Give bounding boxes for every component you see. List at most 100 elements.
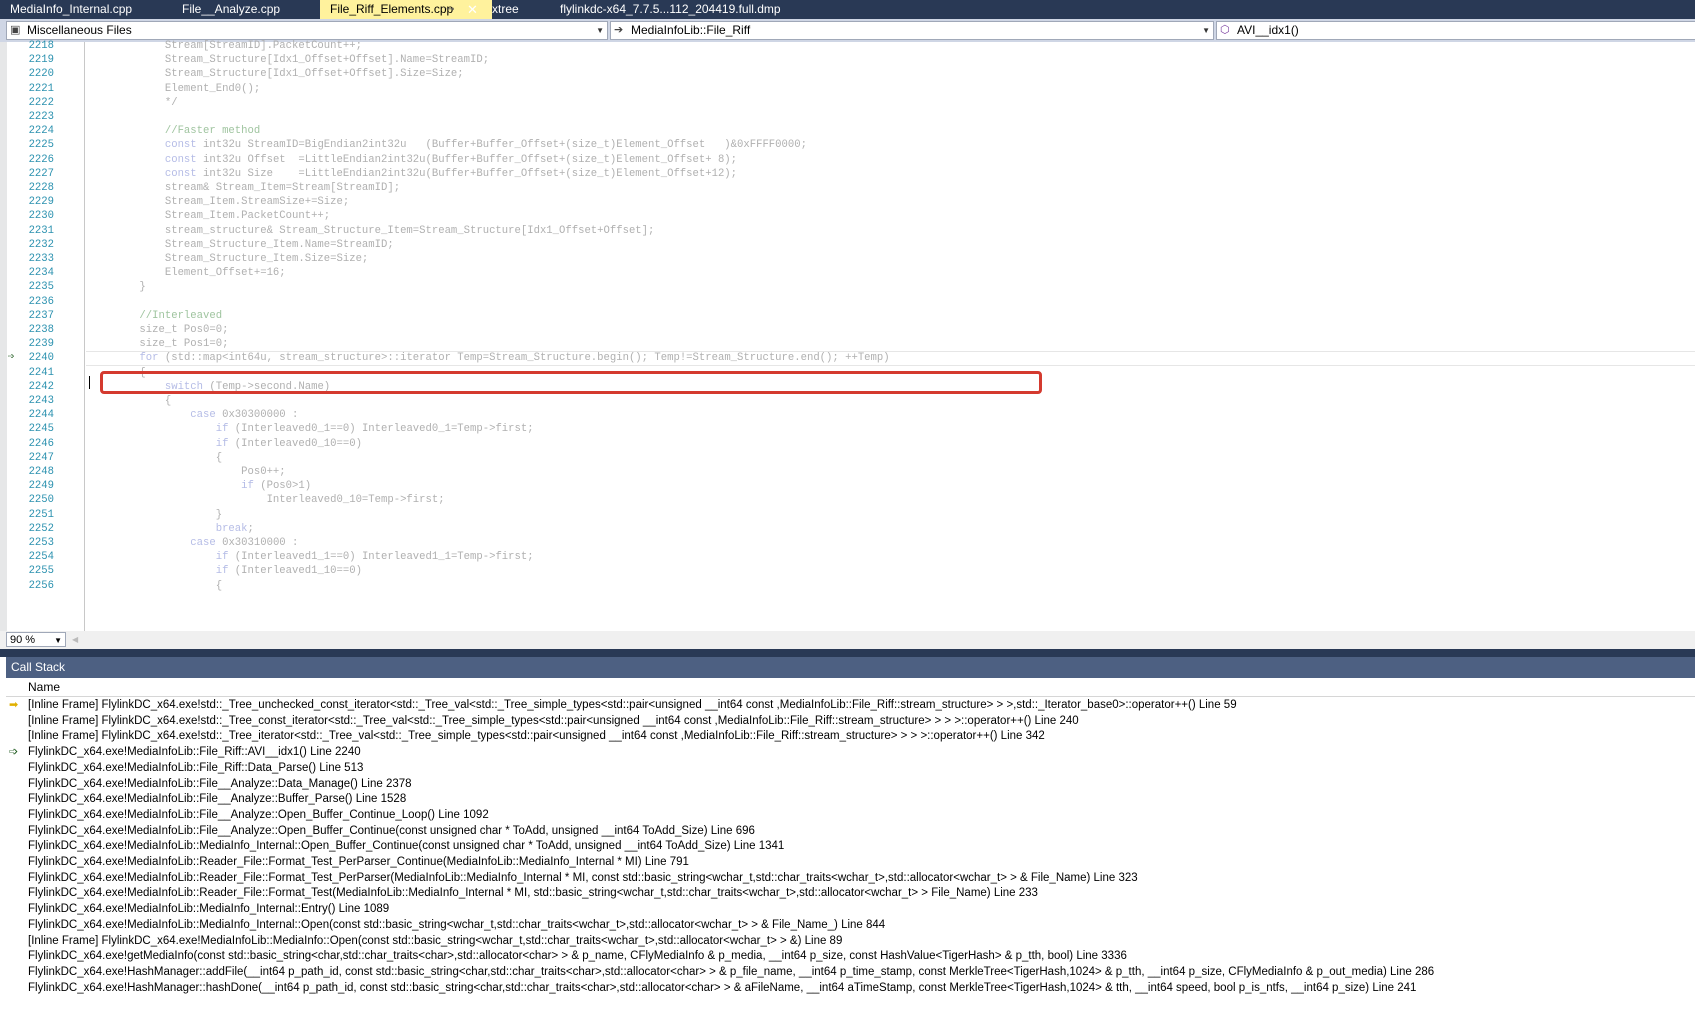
code-line[interactable]: 2248 Pos0++; — [0, 465, 1695, 480]
call-stack-row[interactable]: FlylinkDC_x64.exe!getMediaInfo(const std… — [6, 948, 1695, 965]
code-line[interactable]: 2252 break; — [0, 522, 1695, 537]
code-line[interactable]: 2222 */ — [0, 96, 1695, 111]
code-line[interactable]: 2250 Interleaved0_10=Temp->first; — [0, 493, 1695, 508]
code-line[interactable]: 2240 for (std::map<int64u, stream_struct… — [0, 351, 1695, 367]
code-text[interactable]: } — [114, 280, 145, 295]
call-stack-row[interactable]: FlylinkDC_x64.exe!MediaInfoLib::Reader_F… — [6, 885, 1695, 902]
code-text[interactable]: Stream_Item.StreamSize+=Size; — [114, 195, 349, 210]
call-stack-row[interactable]: ➡ [Inline Frame] FlylinkDC_x64.exe!std::_… — [6, 697, 1695, 714]
code-line[interactable]: 2255 if (Interleaved1_10==0) — [0, 564, 1695, 579]
project-dropdown[interactable]: ▣ Miscellaneous Files ▼ — [6, 21, 608, 40]
code-text[interactable]: Stream_Structure[Idx1_Offset+Offset].Nam… — [114, 53, 489, 68]
code-text[interactable]: Element_End0(); — [114, 82, 260, 97]
code-text[interactable]: Stream_Structure[Idx1_Offset+Offset].Siz… — [114, 67, 464, 82]
code-line[interactable]: 2230 Stream_Item.PacketCount++; — [0, 209, 1695, 224]
code-line[interactable]: 2228 stream& Stream_Item=Stream[StreamID… — [0, 181, 1695, 196]
panel-splitter[interactable] — [0, 649, 1695, 657]
code-text[interactable]: stream& Stream_Item=Stream[StreamID]; — [114, 181, 400, 196]
code-line[interactable]: 2218 Stream[StreamID].PacketCount++; — [0, 39, 1695, 54]
code-line[interactable]: 2232 Stream_Structure_Item.Name=StreamID… — [0, 238, 1695, 253]
code-text[interactable]: const int32u StreamID=BigEndian2int32u (… — [114, 138, 807, 153]
code-line[interactable]: 2235 } — [0, 280, 1695, 295]
code-line[interactable]: 2237 //Interleaved — [0, 309, 1695, 324]
code-line[interactable]: 2220 Stream_Structure[Idx1_Offset+Offset… — [0, 67, 1695, 82]
code-line[interactable]: 2225 const int32u StreamID=BigEndian2int… — [0, 138, 1695, 153]
call-stack-header[interactable]: Name — [6, 678, 1695, 697]
code-line[interactable]: 2229 Stream_Item.StreamSize+=Size; — [0, 195, 1695, 210]
code-line[interactable]: 2231 stream_structure& Stream_Structure_… — [0, 224, 1695, 239]
code-text[interactable]: if (Pos0>1) — [114, 479, 311, 494]
column-header-name[interactable]: Name — [28, 678, 60, 697]
code-text[interactable]: */ — [114, 96, 178, 111]
code-text[interactable]: case 0x30300000 : — [114, 408, 298, 423]
code-line[interactable]: 2254 if (Interleaved1_1==0) Interleaved1… — [0, 550, 1695, 565]
code-text[interactable]: { — [114, 394, 171, 409]
call-stack-row[interactable]: FlylinkDC_x64.exe!MediaInfoLib::File_Rif… — [6, 760, 1695, 777]
code-line[interactable]: 2247 { — [0, 451, 1695, 466]
scroll-left-icon[interactable]: ◀ — [72, 634, 78, 646]
code-text[interactable]: Stream[StreamID].PacketCount++; — [114, 39, 362, 54]
code-text[interactable]: size_t Pos0=0; — [114, 323, 228, 338]
code-text[interactable]: { — [114, 451, 222, 466]
horizontal-scrollbar[interactable]: ◀ — [70, 634, 1690, 646]
code-editor[interactable]: 2218 Stream[StreamID].PacketCount++; 2219… — [0, 39, 1695, 631]
code-line[interactable]: 2221 Element_End0(); — [0, 82, 1695, 97]
call-stack-row[interactable]: FlylinkDC_x64.exe!MediaInfoLib::MediaInf… — [6, 917, 1695, 934]
call-stack-row[interactable]: [Inline Frame] FlylinkDC_x64.exe!MediaIn… — [6, 933, 1695, 950]
tab-mediainfo-internal[interactable]: MediaInfo_Internal.cpp — [0, 0, 180, 19]
call-stack-row[interactable]: FlylinkDC_x64.exe!MediaInfoLib::File__An… — [6, 823, 1695, 840]
code-line[interactable]: 2234 Element_Offset+=16; — [0, 266, 1695, 281]
code-line[interactable]: 2239 size_t Pos1=0; — [0, 337, 1695, 352]
tab-flylinkdc-dump[interactable]: flylinkdc-x64_7.7.5...112_204419.full.dm… — [550, 0, 820, 19]
call-stack-row[interactable]: [Inline Frame] FlylinkDC_x64.exe!std::_T… — [6, 728, 1695, 745]
code-line[interactable]: 2236 — [0, 295, 1695, 310]
call-stack-row[interactable]: FlylinkDC_x64.exe!MediaInfoLib::File__An… — [6, 776, 1695, 793]
code-line[interactable]: 2226 const int32u Offset =LittleEndian2i… — [0, 153, 1695, 168]
code-text[interactable]: } — [114, 508, 222, 523]
call-stack-row[interactable]: FlylinkDC_x64.exe!MediaInfoLib::File__An… — [6, 807, 1695, 824]
call-stack-row[interactable]: FlylinkDC_x64.exe!MediaInfoLib::MediaInf… — [6, 838, 1695, 855]
code-text[interactable]: if (Interleaved1_1==0) Interleaved1_1=Te… — [114, 550, 534, 565]
code-line[interactable]: 2253 case 0x30310000 : — [0, 536, 1695, 551]
tab-file-analyze[interactable]: File__Analyze.cpp — [172, 0, 330, 19]
code-text[interactable]: //Faster method — [114, 124, 260, 139]
call-stack-row[interactable]: FlylinkDC_x64.exe!MediaInfoLib::File__An… — [6, 791, 1695, 808]
code-line[interactable]: 2244 case 0x30300000 : — [0, 408, 1695, 423]
call-stack-row[interactable]: FlylinkDC_x64.exe!HashManager::addFile(_… — [6, 964, 1695, 981]
code-line[interactable]: 2243 { — [0, 394, 1695, 409]
zoom-dropdown[interactable]: 90 % ▼ — [6, 632, 66, 647]
code-line[interactable]: 2256 { — [0, 579, 1695, 594]
code-line[interactable]: 2238 size_t Pos0=0; — [0, 323, 1695, 338]
code-line[interactable]: 2219 Stream_Structure[Idx1_Offset+Offset… — [0, 53, 1695, 68]
code-text[interactable]: break; — [114, 522, 254, 537]
code-line[interactable]: 2233 Stream_Structure_Item.Size=Size; — [0, 252, 1695, 267]
code-text[interactable]: Element_Offset+=16; — [114, 266, 286, 281]
code-line[interactable]: 2249 if (Pos0>1) — [0, 479, 1695, 494]
code-text[interactable]: if (Interleaved1_10==0) — [114, 564, 362, 579]
code-text[interactable]: if (Interleaved0_10==0) — [114, 437, 362, 452]
code-text[interactable]: Interleaved0_10=Temp->first; — [114, 493, 445, 508]
code-text[interactable]: Stream_Item.PacketCount++; — [114, 209, 330, 224]
code-line[interactable]: 2223 — [0, 110, 1695, 125]
code-text[interactable]: //Interleaved — [114, 309, 222, 324]
tab-close-button[interactable]: ✕ — [463, 0, 481, 19]
code-text[interactable]: const int32u Size =LittleEndian2int32u(B… — [114, 167, 737, 182]
code-text[interactable]: if (Interleaved0_1==0) Interleaved0_1=Te… — [114, 422, 534, 437]
code-line[interactable]: 2245 if (Interleaved0_1==0) Interleaved0… — [0, 422, 1695, 437]
code-text[interactable]: const int32u Offset =LittleEndian2int32u… — [114, 153, 737, 168]
call-stack-row[interactable]: [Inline Frame] FlylinkDC_x64.exe!std::_T… — [6, 713, 1695, 730]
pin-icon[interactable]: ⊸ — [446, 0, 454, 19]
code-text[interactable]: size_t Pos1=0; — [114, 337, 228, 352]
code-line[interactable]: 2246 if (Interleaved0_10==0) — [0, 437, 1695, 452]
call-stack-row[interactable]: FlylinkDC_x64.exe!MediaInfoLib::Reader_F… — [6, 854, 1695, 871]
call-stack-row[interactable]: FlylinkDC_x64.exe!MediaInfoLib::MediaInf… — [6, 901, 1695, 918]
code-line[interactable]: 2227 const int32u Size =LittleEndian2int… — [0, 167, 1695, 182]
call-stack-row[interactable]: FlylinkDC_x64.exe!HashManager::hashDone(… — [6, 980, 1695, 997]
member-dropdown[interactable]: ⬡ AVI__idx1() — [1216, 21, 1695, 40]
scope-dropdown[interactable]: ➔ MediaInfoLib::File_Riff ▼ — [610, 21, 1214, 40]
code-line[interactable]: 2251 } — [0, 508, 1695, 523]
code-text[interactable]: stream_structure& Stream_Structure_Item=… — [114, 224, 655, 239]
code-text[interactable]: case 0x30310000 : — [114, 536, 298, 551]
code-text[interactable]: Stream_Structure_Item.Name=StreamID; — [114, 238, 394, 253]
code-text[interactable]: { — [114, 579, 222, 594]
